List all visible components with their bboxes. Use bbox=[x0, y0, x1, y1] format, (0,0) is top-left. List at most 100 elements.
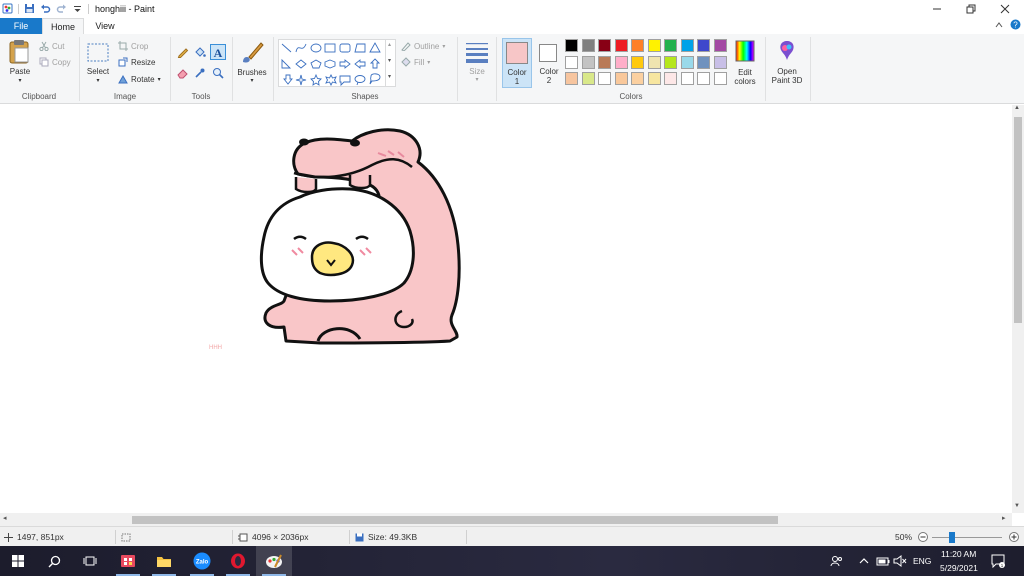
palette-swatch[interactable] bbox=[664, 55, 677, 69]
palette-swatch[interactable] bbox=[713, 39, 727, 52]
shapes-expand-icon[interactable]: ▾ bbox=[388, 73, 391, 80]
start-button[interactable] bbox=[0, 546, 36, 576]
palette-swatch[interactable] bbox=[647, 55, 661, 69]
task-view-button[interactable] bbox=[72, 546, 108, 576]
yellow-beak bbox=[310, 241, 355, 277]
help-icon[interactable]: ? bbox=[1010, 19, 1021, 30]
zoom-slider-track[interactable] bbox=[932, 537, 1002, 538]
cut-button[interactable]: Cut bbox=[39, 41, 64, 51]
redo-icon[interactable] bbox=[56, 3, 67, 14]
open-paint3d-button[interactable]: Open Paint 3D bbox=[768, 38, 806, 88]
select-button[interactable]: Select ▾ bbox=[85, 41, 111, 87]
paint-app-icon[interactable] bbox=[2, 3, 13, 14]
taskbar-app-paint[interactable] bbox=[256, 546, 292, 576]
brushes-button[interactable]: Brushes ▾ bbox=[236, 39, 268, 89]
show-hidden-icons-chevron[interactable] bbox=[859, 557, 869, 565]
zoom-out-icon[interactable] bbox=[918, 532, 928, 542]
palette-swatch[interactable] bbox=[697, 55, 710, 69]
zoom-slider-thumb[interactable] bbox=[949, 532, 955, 543]
palette-swatch[interactable] bbox=[664, 72, 677, 85]
undo-icon[interactable] bbox=[40, 3, 51, 14]
scroll-right-icon[interactable]: ▸ bbox=[1002, 514, 1006, 522]
taskbar-app-zalo[interactable]: Zalo bbox=[184, 546, 220, 576]
vertical-scrollbar[interactable]: ▲ ▼ bbox=[1012, 105, 1024, 513]
scroll-up-icon[interactable]: ▲ bbox=[1014, 105, 1020, 111]
taskbar-app-explorer[interactable] bbox=[146, 546, 182, 576]
palette-swatch[interactable] bbox=[565, 72, 578, 85]
rotate-button[interactable]: Rotate ▾ bbox=[118, 74, 161, 84]
shapes-scroll[interactable]: ▴ ▾ ▾ bbox=[385, 39, 396, 87]
volume-muted-icon[interactable] bbox=[893, 555, 907, 567]
taskbar-app-photos[interactable] bbox=[110, 546, 146, 576]
tab-home[interactable]: Home bbox=[42, 18, 84, 34]
shapes-scroll-down-icon[interactable]: ▾ bbox=[388, 57, 391, 64]
search-button[interactable] bbox=[36, 546, 72, 576]
palette-swatch[interactable] bbox=[614, 39, 628, 52]
palette-swatch[interactable] bbox=[581, 72, 595, 85]
copy-button[interactable]: Copy bbox=[39, 57, 71, 67]
palette-swatch[interactable] bbox=[713, 72, 727, 85]
minimize-button[interactable] bbox=[920, 0, 954, 17]
tab-file[interactable]: File bbox=[0, 18, 42, 34]
tab-view[interactable]: View bbox=[88, 18, 122, 34]
shapes-scroll-up-icon[interactable]: ▴ bbox=[388, 41, 391, 48]
edit-colors-button[interactable]: Edit colors bbox=[731, 39, 759, 89]
image-size-icon bbox=[238, 533, 248, 541]
customize-qat-icon[interactable] bbox=[72, 3, 83, 14]
color-picker-icon[interactable] bbox=[194, 67, 206, 79]
palette-swatch[interactable] bbox=[598, 72, 611, 85]
pencil-icon[interactable] bbox=[177, 46, 189, 58]
restore-button[interactable] bbox=[954, 0, 988, 17]
save-icon[interactable] bbox=[24, 3, 35, 14]
battery-icon[interactable] bbox=[876, 555, 890, 567]
resize-button[interactable]: Resize bbox=[118, 57, 155, 67]
eraser-icon[interactable] bbox=[177, 67, 189, 79]
palette-swatch[interactable] bbox=[565, 55, 578, 69]
vertical-scroll-thumb[interactable] bbox=[1014, 117, 1022, 323]
action-center-icon[interactable]: 1 bbox=[991, 554, 1005, 568]
color2-button[interactable]: Color 2 bbox=[535, 38, 563, 88]
size-button[interactable]: Size ▾ bbox=[463, 39, 491, 89]
palette-swatch[interactable] bbox=[598, 55, 611, 69]
taskbar-app-opera[interactable] bbox=[220, 546, 256, 576]
close-button[interactable] bbox=[988, 0, 1022, 17]
horizontal-scroll-thumb[interactable] bbox=[132, 516, 778, 524]
palette-swatch[interactable] bbox=[614, 72, 628, 85]
palette-swatch[interactable] bbox=[647, 39, 661, 52]
zoom-in-icon[interactable] bbox=[1009, 532, 1019, 542]
palette-swatch[interactable] bbox=[631, 55, 644, 69]
magnifier-icon[interactable] bbox=[212, 67, 224, 79]
palette-swatch[interactable] bbox=[581, 39, 595, 52]
text-tool-button[interactable]: A bbox=[210, 44, 226, 60]
palette-swatch[interactable] bbox=[614, 55, 628, 69]
palette-swatch[interactable] bbox=[631, 39, 644, 52]
palette-swatch[interactable] bbox=[680, 55, 694, 69]
drawing-canvas[interactable]: HHH bbox=[0, 105, 1012, 513]
palette-swatch[interactable] bbox=[598, 39, 611, 52]
scroll-down-icon[interactable]: ▼ bbox=[1014, 503, 1020, 509]
palette-swatch[interactable] bbox=[631, 72, 644, 85]
palette-swatch[interactable] bbox=[581, 55, 595, 69]
palette-swatch[interactable] bbox=[697, 72, 710, 85]
palette-swatch[interactable] bbox=[680, 72, 694, 85]
palette-swatch[interactable] bbox=[680, 39, 694, 52]
palette-swatch[interactable] bbox=[713, 55, 727, 69]
clock-date[interactable]: 5/29/2021 bbox=[940, 563, 978, 573]
shapes-gallery[interactable] bbox=[278, 39, 396, 87]
paste-button[interactable]: Paste ▾ bbox=[6, 39, 34, 87]
fill-bucket-icon[interactable] bbox=[194, 46, 206, 58]
outline-button[interactable]: Outline ▾ bbox=[401, 41, 445, 51]
palette-swatch[interactable] bbox=[697, 39, 710, 52]
collapse-ribbon-icon[interactable] bbox=[995, 21, 1003, 29]
palette-swatch[interactable] bbox=[647, 72, 661, 85]
crop-button[interactable]: Crop bbox=[118, 41, 148, 51]
palette-swatch[interactable] bbox=[664, 39, 677, 52]
clock-time[interactable]: 11:20 AM bbox=[941, 549, 976, 559]
color1-button[interactable]: Color 1 bbox=[502, 38, 532, 88]
people-icon[interactable] bbox=[830, 555, 843, 567]
scroll-left-icon[interactable]: ◂ bbox=[3, 514, 7, 522]
horizontal-scrollbar[interactable]: ◂ ▸ bbox=[0, 513, 1012, 526]
fill-button[interactable]: Fill ▾ bbox=[401, 57, 430, 67]
palette-swatch[interactable] bbox=[565, 39, 578, 52]
language-indicator[interactable]: ENG bbox=[913, 556, 931, 566]
